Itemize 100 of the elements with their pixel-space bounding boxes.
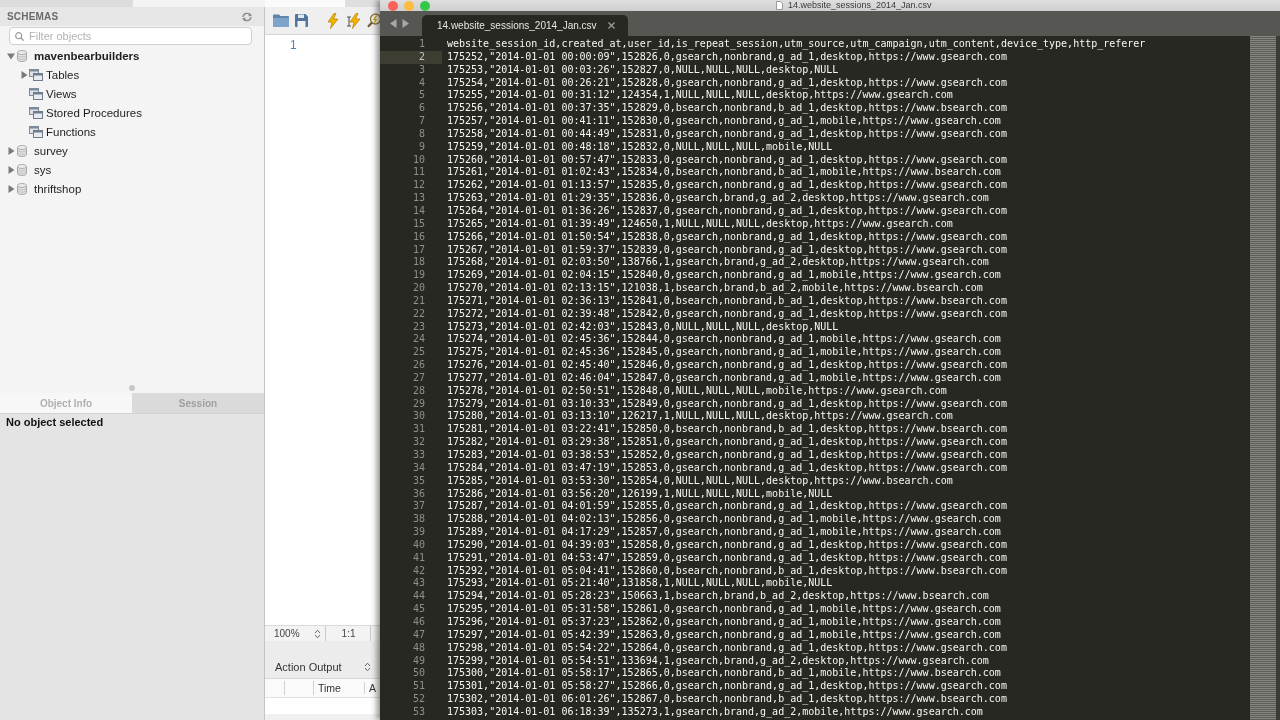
code-line: 175261,"2014-01-01 01:02:43",152834,0,bsearch,nonbrand,b_ad_1,mobile,https://www.bsearch.com xyxy=(447,166,1001,180)
line-number: 51 xyxy=(411,680,426,694)
lightning-icon[interactable] xyxy=(327,12,339,29)
code-editor[interactable] xyxy=(380,36,1280,720)
line-number: 12 xyxy=(411,179,426,193)
code-line: 175259,"2014-01-01 00:48:18",152832,0,NULL,NULL,NULL,mobile,NULL xyxy=(447,140,833,154)
output-dropdown[interactable]: Action Output xyxy=(265,655,380,678)
code-line: 175258,"2014-01-01 00:44:49",152831,0,gsearch,nonbrand,g_ad_1,desktop,https://www.gsearch.com xyxy=(447,127,1007,141)
line-number: 53 xyxy=(411,705,426,719)
close-icon[interactable] xyxy=(607,22,615,29)
line-number: 9 xyxy=(417,140,426,154)
code-line: 175296,"2014-01-01 05:37:23",152862,0,gsearch,nonbrand,g_ad_1,mobile,https://www.gsearch.com xyxy=(447,615,1001,629)
lightning-cursor-icon[interactable] xyxy=(346,12,362,29)
code-line: 175263,"2014-01-01 01:29:35",152836,0,gsearch,brand,g_ad_2,desktop,https://www.gsearch.com xyxy=(447,192,989,205)
close-button[interactable] xyxy=(388,0,398,11)
line-number: 29 xyxy=(411,397,426,411)
line-number: 20 xyxy=(411,282,426,295)
disclosure-triangle-icon[interactable] xyxy=(7,51,15,60)
stacked-windows-icon xyxy=(29,68,43,81)
code-line: 175288,"2014-01-01 04:02:13",152856,0,gsearch,nonbrand,g_ad_1,mobile,https://www.gsearch.com xyxy=(447,513,1001,527)
code-line: 175290,"2014-01-01 04:39:03",152858,0,gsearch,nonbrand,g_ad_1,desktop,https://www.gsearch.com xyxy=(447,538,1007,552)
line-number: 22 xyxy=(411,307,426,321)
code-line: 175277,"2014-01-01 02:46:04",152847,0,gsearch,nonbrand,g_ad_1,mobile,https://www.gsearch.com xyxy=(447,371,1001,385)
line-number: 44 xyxy=(411,590,426,604)
disclosure-triangle-icon[interactable] xyxy=(20,70,28,79)
line-number: 13 xyxy=(411,192,426,205)
tree-item[interactable]: Tables xyxy=(46,68,80,81)
code-line: 175281,"2014-01-01 03:22:41",152850,0,bsearch,nonbrand,b_ad_1,desktop,https://www.bsearch.com xyxy=(447,423,1007,437)
tree-item[interactable]: Stored Procedures xyxy=(46,106,142,119)
line-number: 38 xyxy=(411,513,426,527)
line-number: 5 xyxy=(417,89,426,103)
code-line: 175284,"2014-01-01 03:47:19",152853,0,gsearch,nonbrand,g_ad_1,desktop,https://www.gsearch.com xyxy=(447,461,1007,475)
tab[interactable]: 14.website_sessions_2014_Jan.csv xyxy=(422,15,628,36)
code-line: 175286,"2014-01-01 03:56:20",126199,1,NULL,NULL,NULL,mobile,NULL xyxy=(447,487,833,501)
window-title: 14.website_sessions_2014_Jan.csv xyxy=(788,0,932,11)
line-number: 4 xyxy=(417,76,426,90)
line-number: 1 xyxy=(417,38,426,51)
schema-item[interactable]: thriftshop xyxy=(34,182,82,195)
back-arrow-icon[interactable] xyxy=(390,19,397,28)
code-line: 175256,"2014-01-01 00:37:35",152829,0,bsearch,nonbrand,b_ad_1,desktop,https://www.bsearch.com xyxy=(447,102,1007,116)
resize-handle[interactable] xyxy=(129,385,135,391)
code-line: 175302,"2014-01-01 06:01:26",152867,0,bsearch,nonbrand,b_ad_1,desktop,https://www.bsearch.com xyxy=(447,693,1007,706)
line-number: 28 xyxy=(411,384,426,398)
line-number: 30 xyxy=(411,410,426,424)
search-icon xyxy=(15,31,24,41)
column-header[interactable]: Time xyxy=(314,682,365,694)
code-line: 175292,"2014-01-01 05:04:41",152860,0,bsearch,nonbrand,b_ad_1,desktop,https://www.bsearch.com xyxy=(447,564,1007,578)
code-line: 175264,"2014-01-01 01:36:26",152837,0,gsearch,nonbrand,g_ad_1,desktop,https://www.gsearch.com xyxy=(447,204,1007,218)
code-line: 175298,"2014-01-01 05:54:22",152864,0,gsearch,nonbrand,g_ad_1,desktop,https://www.gsearch.com xyxy=(447,641,1007,655)
code-line: 175301,"2014-01-01 05:58:27",152866,0,gsearch,nonbrand,g_ad_1,desktop,https://www.gsearch.com xyxy=(447,680,1007,694)
line-number: 37 xyxy=(411,500,426,514)
code-line: 175289,"2014-01-01 04:17:29",152857,0,gsearch,nonbrand,g_ad_1,mobile,https://www.gsearch.com xyxy=(447,526,1001,539)
info-message: No object selected xyxy=(6,416,104,428)
line-number: 19 xyxy=(411,269,426,283)
line-number: 34 xyxy=(411,461,426,475)
schema-item[interactable]: mavenbearbuilders xyxy=(34,49,140,62)
folder-icon[interactable] xyxy=(273,14,289,27)
code-line: 175291,"2014-01-01 04:53:47",152859,0,gsearch,nonbrand,g_ad_1,desktop,https://www.gsearch.com xyxy=(447,551,1007,565)
line-number: 11 xyxy=(411,166,426,180)
code-line: 175267,"2014-01-01 01:59:37",152839,0,gsearch,nonbrand,g_ad_1,desktop,https://www.gsearch.com xyxy=(447,243,1007,257)
search-field[interactable]: Filter objects xyxy=(9,27,252,45)
schema-item[interactable]: survey xyxy=(34,144,68,157)
document-icon xyxy=(776,1,783,10)
code-line: 175253,"2014-01-01 00:03:26",152827,0,NULL,NULL,NULL,desktop,NULL xyxy=(447,63,839,77)
code-line: 175268,"2014-01-01 02:03:50",138766,1,gsearch,brand,g_ad_2,desktop,https://www.gsearch.com xyxy=(447,256,989,270)
disclosure-triangle-icon[interactable] xyxy=(7,165,15,174)
code-line: 175260,"2014-01-01 00:57:47",152833,0,gsearch,nonbrand,g_ad_1,desktop,https://www.gsearch.com xyxy=(447,153,1007,167)
line-number: 49 xyxy=(411,654,426,668)
line-number: 32 xyxy=(411,436,426,449)
code-line: website_session_id,created_at,user_id,is_repeat_session,utm_source,utm_campaign,utm_content,device_type,http_referer xyxy=(447,38,1146,51)
schema-item[interactable]: sys xyxy=(34,163,52,176)
database-icon xyxy=(17,163,27,176)
forward-arrow-icon[interactable] xyxy=(402,19,409,28)
refresh-icon[interactable] xyxy=(241,11,253,22)
disclosure-triangle-icon[interactable] xyxy=(7,184,15,193)
code-line: 175265,"2014-01-01 01:39:49",124650,1,NULL,NULL,NULL,desktop,https://www.gsearch.com xyxy=(447,217,953,231)
line-number: 3 xyxy=(417,63,426,77)
code-line: 175295,"2014-01-01 05:31:58",152861,0,gsearch,nonbrand,g_ad_1,mobile,https://www.gsearch.com xyxy=(447,603,1001,616)
disclosure-triangle-icon[interactable] xyxy=(7,146,15,155)
line-number: 27 xyxy=(411,371,426,385)
line-number: 10 xyxy=(411,153,426,167)
code-line: 175279,"2014-01-01 03:10:33",152849,0,gsearch,nonbrand,g_ad_1,desktop,https://www.gsearch.com xyxy=(447,397,1007,411)
save-icon[interactable] xyxy=(295,14,308,27)
line-number: 47 xyxy=(411,628,426,642)
tree-item[interactable]: Functions xyxy=(46,125,96,138)
code-line: 175254,"2014-01-01 00:26:21",152828,0,gsearch,nonbrand,g_ad_1,desktop,https://www.gsearch.com xyxy=(447,76,1007,90)
line-number: 14 xyxy=(411,204,426,218)
code-line: 175280,"2014-01-01 03:13:10",126217,1,NULL,NULL,NULL,desktop,https://www.gsearch.com xyxy=(447,410,953,424)
stepper-icon xyxy=(364,661,371,672)
line-number: 25 xyxy=(411,346,426,360)
line-number: 26 xyxy=(411,359,426,372)
line-number: 33 xyxy=(411,449,426,462)
line-number: 31 xyxy=(411,423,426,437)
tree-item[interactable]: Views xyxy=(46,87,77,100)
line-number: 41 xyxy=(411,551,426,565)
line-number: 52 xyxy=(411,693,426,706)
code-line: 175293,"2014-01-01 05:21:40",131858,1,NULL,NULL,NULL,mobile,NULL xyxy=(447,577,833,591)
column-header[interactable]: A xyxy=(365,682,376,694)
line-number: 16 xyxy=(411,230,426,244)
line-number: 6 xyxy=(417,102,426,116)
